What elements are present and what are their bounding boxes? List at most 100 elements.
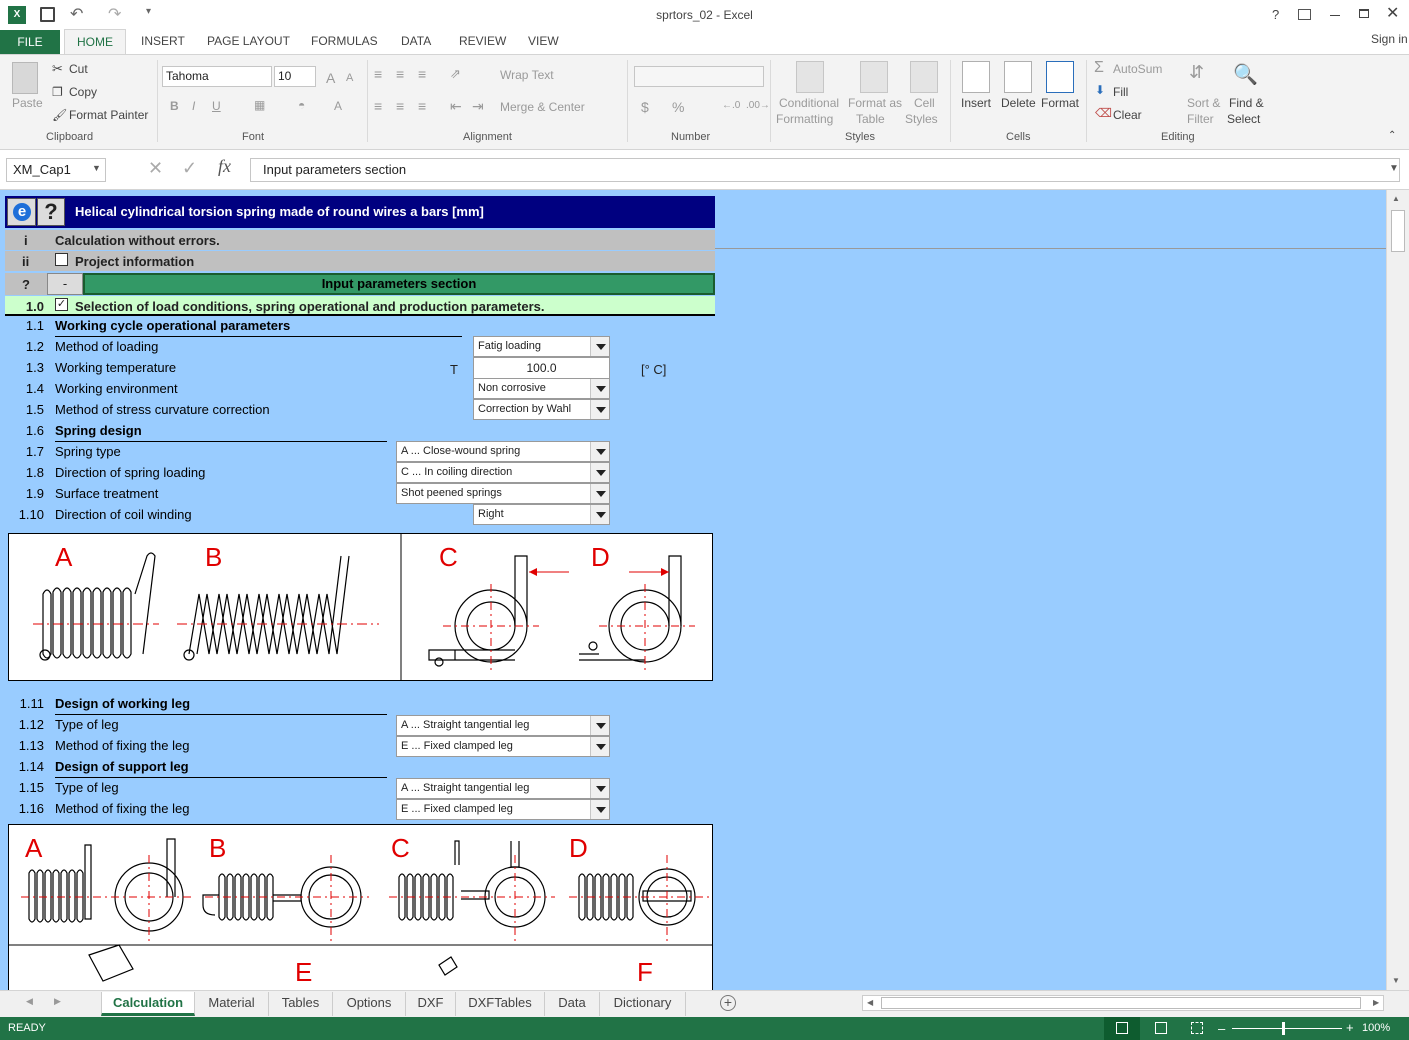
working-leg-type-dropdown[interactable]: A ... Straight tangential leg [396,715,610,736]
method-of-loading-dropdown[interactable]: Fatig loading [473,336,610,357]
cut-button[interactable]: Cut [69,62,88,76]
align-left-icon[interactable]: ≡ [374,98,382,114]
format-as-table-label[interactable]: Table [856,112,885,126]
grow-font-button[interactable]: A [326,70,335,86]
ie-icon[interactable]: e [7,198,36,226]
stress-correction-dropdown[interactable]: Correction by Wahl [473,399,610,420]
support-leg-fixing-dropdown[interactable]: E ... Fixed clamped leg [396,799,610,820]
conditional-formatting-button[interactable]: Conditional [779,96,839,110]
cut-icon[interactable]: ✂ [52,61,63,77]
dropdown-arrow-icon[interactable] [590,337,609,356]
shrink-font-button[interactable]: A [346,72,353,84]
selection-checkbox[interactable]: ✓ [55,298,68,311]
loading-direction-dropdown[interactable]: C ... In coiling direction [396,462,610,483]
horizontal-scroll-thumb[interactable] [881,997,1361,1009]
zoom-slider[interactable] [1232,1028,1342,1029]
dropdown-arrow-icon[interactable] [590,505,609,524]
name-box[interactable]: XM_Cap1 [6,158,106,182]
italic-button[interactable]: I [192,99,195,113]
dropdown-arrow-icon[interactable] [590,800,609,819]
scroll-up-icon[interactable]: ▲ [1392,194,1400,203]
zoom-in-icon[interactable]: + [1346,1020,1354,1035]
fill-icon[interactable]: ⬇ [1095,83,1105,97]
maximize-icon[interactable] [1359,9,1369,18]
find-select-label[interactable]: Select [1227,112,1260,126]
font-size-select[interactable]: 10 [274,66,316,87]
sheet-tab-tables[interactable]: Tables [269,992,333,1016]
vertical-scrollbar[interactable]: ▲ ▼ [1386,190,1409,990]
project-checkbox[interactable] [55,253,68,266]
page-layout-view-icon[interactable] [1155,1022,1167,1034]
temperature-input[interactable]: 100.0 [473,357,610,379]
wrap-text-button[interactable]: Wrap Text [500,68,554,82]
format-as-table-icon[interactable] [860,61,888,93]
dropdown-arrow-icon[interactable] [590,442,609,461]
sheet-tab-dictionary[interactable]: Dictionary [600,992,686,1016]
currency-button[interactable]: $ [641,99,649,115]
normal-view-icon[interactable] [1116,1022,1128,1034]
section-collapse-button[interactable]: - [47,273,83,295]
working-leg-fixing-dropdown[interactable]: E ... Fixed clamped leg [396,736,610,757]
font-color-icon[interactable]: A [334,99,342,113]
clear-icon[interactable]: ⌫ [1095,106,1112,120]
sheet-tab-dxf[interactable]: DXF [406,992,456,1016]
section-title[interactable]: Input parameters section [83,273,715,295]
page-break-view-icon[interactable] [1191,1022,1203,1034]
tab-insert[interactable]: INSERT [141,34,185,54]
add-sheet-icon[interactable]: + [720,995,736,1011]
dropdown-arrow-icon[interactable] [590,716,609,735]
spring-type-dropdown[interactable]: A ... Close-wound spring [396,441,610,462]
align-bottom-icon[interactable]: ≡ [418,66,426,82]
delete-cells-icon[interactable] [1004,61,1032,93]
number-format-select[interactable] [634,66,764,87]
scroll-down-icon[interactable]: ▼ [1392,976,1400,985]
insert-function-button[interactable]: fx [218,156,231,177]
binoculars-icon[interactable]: 🔍 [1233,62,1258,87]
sort-filter-icon[interactable]: ⇵ [1189,62,1204,83]
zoom-out-icon[interactable]: – [1218,1021,1225,1036]
dropdown-arrow-icon[interactable] [590,484,609,503]
underline-button[interactable]: U [212,99,221,113]
sort-filter-button[interactable]: Sort & [1187,96,1220,110]
dropdown-arrow-icon[interactable] [590,379,609,398]
tab-home[interactable]: HOME [64,29,126,55]
formula-input[interactable]: Input parameters section [250,158,1400,182]
sheet-tab-material[interactable]: Material [195,992,269,1016]
support-leg-type-dropdown[interactable]: A ... Straight tangential leg [396,778,610,799]
enter-icon[interactable]: ✓ [182,158,197,179]
format-painter-icon[interactable]: 🖌 [52,108,67,122]
collapse-ribbon-icon[interactable]: ⌃ [1388,130,1396,141]
align-right-icon[interactable]: ≡ [418,98,426,114]
paste-button[interactable]: Paste [12,96,43,110]
copy-button[interactable]: Copy [69,85,97,99]
help-question-icon[interactable]: ? [37,198,65,226]
dropdown-arrow-icon[interactable] [590,463,609,482]
dropdown-arrow-icon[interactable] [590,779,609,798]
orientation-icon[interactable]: ⇗ [450,66,461,82]
format-as-table-button[interactable]: Format as [848,96,902,110]
font-name-select[interactable]: Tahoma [162,66,272,87]
coil-winding-dropdown[interactable]: Right [473,504,610,525]
clear-button[interactable]: Clear [1113,108,1142,122]
tab-file[interactable]: FILE [0,30,60,54]
sheet-tab-options[interactable]: Options [333,992,406,1016]
dropdown-arrow-icon[interactable] [590,737,609,756]
align-top-icon[interactable]: ≡ [374,66,382,82]
insert-button[interactable]: Insert [961,96,991,110]
scroll-left-icon[interactable]: ◀ [867,998,873,1007]
horizontal-scrollbar[interactable]: ◀ ▶ [862,995,1384,1011]
decrease-decimal-icon[interactable]: .00→ [746,100,770,111]
tab-review[interactable]: REVIEW [459,34,506,54]
zoom-slider-thumb[interactable] [1282,1022,1285,1035]
increase-decimal-icon[interactable]: ←.0 [722,100,740,111]
surface-treatment-dropdown[interactable]: Shot peened springs [396,483,610,504]
sheet-tab-dxftables[interactable]: DXFTables [456,992,545,1016]
conditional-formatting-label[interactable]: Formatting [776,112,833,126]
insert-cells-icon[interactable] [962,61,990,93]
format-button[interactable]: Format [1041,96,1079,110]
format-cells-icon[interactable] [1046,61,1074,93]
find-select-button[interactable]: Find & [1229,96,1264,110]
tab-data[interactable]: DATA [401,34,431,54]
scroll-right-icon[interactable]: ▶ [1373,998,1379,1007]
merge-center-button[interactable]: Merge & Center [500,100,585,114]
